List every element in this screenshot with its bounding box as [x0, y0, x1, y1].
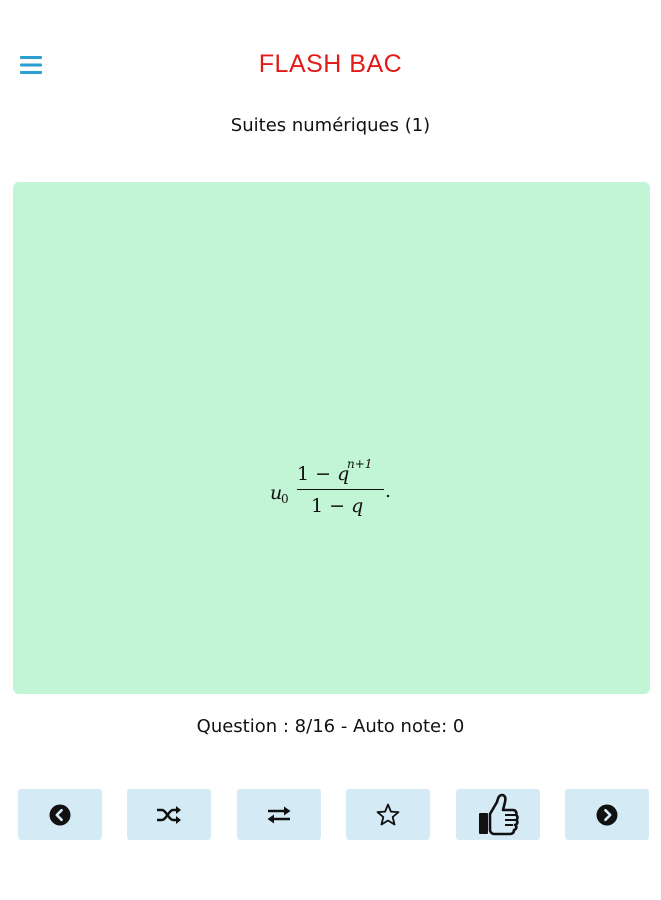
formula-numerator: 1 − q [297, 463, 349, 485]
formula-prefix-subscript: 0 [281, 492, 289, 506]
app-title: FLASH BAC [258, 50, 403, 78]
thumbs-up-button[interactable] [456, 789, 540, 840]
question-status: Question : 8/16 - Auto note: 0 [196, 716, 465, 737]
formula-denominator-lead: 1 − [311, 495, 352, 517]
formula-numerator-lead: 1 − [297, 463, 338, 485]
flip-button[interactable] [237, 789, 321, 840]
shuffle-button[interactable] [127, 789, 211, 840]
next-button[interactable] [565, 789, 649, 840]
shuffle-icon [157, 805, 181, 824]
formula-exponent: n+1 [347, 457, 373, 471]
arrow-left-circle-icon [49, 804, 71, 825]
formula: u 0 1 − q n+1 1 − q . [270, 457, 400, 524]
fraction-bar [297, 489, 384, 490]
flashcard[interactable] [13, 182, 650, 694]
arrow-right-circle-icon [596, 804, 618, 825]
favorite-button[interactable] [346, 789, 430, 840]
star-outline-icon [376, 803, 400, 825]
formula-trailing-period: . [385, 480, 392, 502]
thumbs-up-icon [479, 793, 519, 835]
previous-button[interactable] [18, 789, 102, 840]
formula-denominator-var: q [351, 495, 364, 517]
deck-title: Suites numériques (1) [230, 115, 431, 136]
swap-arrows-icon [267, 806, 291, 823]
formula-denominator: 1 − q [311, 495, 363, 517]
